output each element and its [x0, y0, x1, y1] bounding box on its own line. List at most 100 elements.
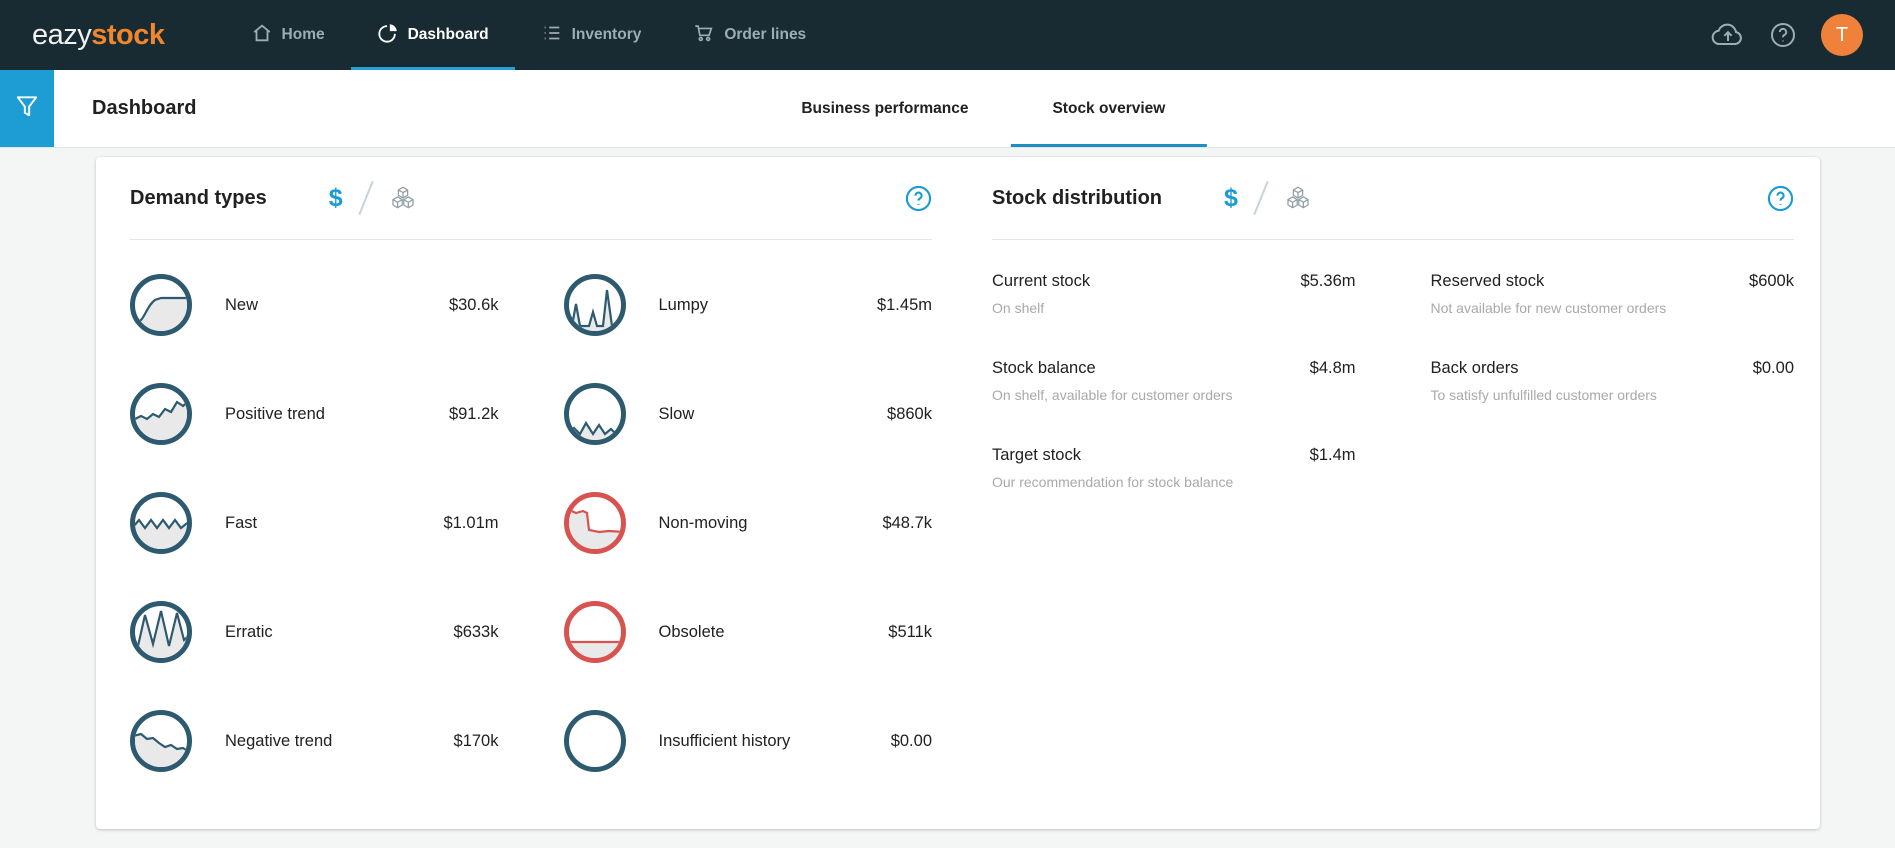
- topnav-right: T: [1711, 0, 1895, 70]
- demand-label: Erratic: [225, 622, 273, 641]
- tabs: Business performance Stock overview: [759, 70, 1208, 147]
- stat-stock-balance: Stock balance $4.8m On shelf, available …: [992, 359, 1356, 403]
- demand-value: $30.6k: [448, 295, 499, 314]
- funnel-icon: [14, 93, 40, 124]
- demand-row-new: New $30.6k: [130, 274, 499, 336]
- nav-item-label: Inventory: [571, 26, 642, 43]
- negative-trend-demand-icon: [130, 710, 192, 772]
- demand-label: New: [225, 295, 259, 314]
- demand-row-obsolete: Obsolete $511k: [563, 601, 932, 663]
- demand-label: Obsolete: [658, 622, 725, 641]
- stock-distribution-header: Stock distribution $: [992, 157, 1794, 240]
- demand-row-insufficient-history: Insufficient history $0.00: [563, 710, 932, 772]
- stat-label: Reserved stock: [1430, 272, 1545, 290]
- demand-row-fast: Fast $1.01m: [130, 492, 499, 554]
- demand-label: Fast: [225, 513, 258, 532]
- filter-button[interactable]: [0, 70, 54, 147]
- stock-stats-list: Current stock $5.36m On shelf Reserved s…: [992, 272, 1794, 490]
- tab-business-performance[interactable]: Business performance: [759, 70, 1010, 147]
- stat-description: To satisfy unfulfilled customer orders: [1430, 387, 1657, 403]
- dollar-unit-icon[interactable]: $: [329, 184, 343, 213]
- stat-label: Back orders: [1430, 359, 1519, 377]
- stat-value: $0.00: [1752, 359, 1794, 377]
- demand-row-positive-trend: Positive trend $91.2k: [130, 383, 499, 445]
- help-icon-topnav[interactable]: [1769, 21, 1797, 49]
- obsolete-demand-icon: [563, 601, 626, 663]
- stock-distribution-title: Stock distribution: [992, 186, 1162, 209]
- dollar-unit-icon[interactable]: $: [1224, 184, 1238, 213]
- demand-label: Insufficient history: [658, 731, 791, 750]
- nav-item-order-lines[interactable]: Order lines: [667, 0, 832, 70]
- cloud-upload-icon[interactable]: [1711, 21, 1745, 49]
- page-header: Dashboard Business performance Stock ove…: [0, 70, 1895, 148]
- slow-demand-icon: [563, 383, 626, 445]
- demand-value: $170k: [453, 731, 499, 750]
- quantity-cubes-icon[interactable]: [389, 185, 417, 211]
- stat-description: Not available for new customer orders: [1430, 300, 1667, 316]
- stat-label: Current stock: [992, 272, 1091, 290]
- toggle-slash-divider: [1253, 180, 1269, 216]
- stat-description: On shelf, available for customer orders: [992, 387, 1233, 403]
- demand-label: Slow: [658, 404, 695, 423]
- demand-types-list: New $30.6k Lumpy $1.45m Positive trend $…: [130, 274, 932, 772]
- insufficient-history-demand-icon: [563, 710, 626, 772]
- stat-label: Target stock: [992, 446, 1081, 464]
- demand-types-section: Demand types $ New $30.6k Lumpy $1.45m P…: [130, 157, 932, 829]
- unit-toggle: $: [1224, 180, 1312, 216]
- stat-value: $600k: [1749, 272, 1794, 290]
- erratic-demand-icon: [130, 601, 192, 663]
- demand-value: $91.2k: [448, 404, 499, 423]
- avatar[interactable]: T: [1821, 14, 1863, 56]
- quantity-cubes-icon[interactable]: [1284, 185, 1312, 211]
- demand-row-negative-trend: Negative trend $170k: [130, 710, 499, 772]
- pie-chart-icon: [377, 22, 399, 49]
- demand-value: $1.01m: [443, 513, 499, 532]
- stat-current-stock: Current stock $5.36m On shelf: [992, 272, 1356, 316]
- demand-row-non-moving: Non-moving $48.7k: [563, 492, 932, 554]
- demand-value: $633k: [453, 622, 499, 641]
- stat-value: $4.8m: [1309, 359, 1356, 377]
- brand-logo[interactable]: eazy stock: [32, 0, 165, 70]
- brand-logo-bold: stock: [91, 18, 165, 51]
- demand-label: Positive trend: [225, 404, 325, 423]
- stat-value: $1.4m: [1309, 446, 1356, 464]
- stat-description: Our recommendation for stock balance: [992, 474, 1234, 490]
- list-icon: [541, 22, 563, 49]
- dashboard-card: Demand types $ New $30.6k Lumpy $1.45m P…: [96, 157, 1820, 829]
- help-icon-demand-types[interactable]: [905, 185, 932, 212]
- demand-row-lumpy: Lumpy $1.45m: [563, 274, 932, 336]
- stat-value: $5.36m: [1300, 272, 1356, 290]
- new-demand-icon: [130, 274, 192, 336]
- nav-item-label: Home: [281, 26, 325, 43]
- demand-value: $511k: [888, 622, 932, 641]
- unit-toggle: $: [329, 180, 417, 216]
- non-moving-demand-icon: [563, 492, 626, 554]
- demand-label: Negative trend: [225, 731, 333, 750]
- nav-item-home[interactable]: Home: [225, 0, 351, 70]
- demand-label: Non-moving: [658, 513, 748, 532]
- fast-demand-icon: [130, 492, 192, 554]
- lumpy-demand-icon: [563, 274, 626, 336]
- nav-item-label: Order lines: [724, 26, 807, 43]
- demand-row-erratic: Erratic $633k: [130, 601, 499, 663]
- demand-value: $0.00: [890, 731, 932, 750]
- stat-description: On shelf: [992, 300, 1045, 316]
- tab-stock-overview[interactable]: Stock overview: [1010, 70, 1208, 147]
- nav-item-dashboard[interactable]: Dashboard: [350, 0, 515, 70]
- toggle-slash-divider: [357, 180, 374, 216]
- cart-icon: [693, 22, 715, 49]
- page-title: Dashboard: [92, 97, 197, 119]
- nav-item-inventory[interactable]: Inventory: [515, 0, 668, 70]
- demand-types-title: Demand types: [130, 186, 267, 209]
- stat-reserved-stock: Reserved stock $600k Not available for n…: [1431, 272, 1795, 316]
- stat-back-orders: Back orders $0.00 To satisfy unfulfilled…: [1431, 359, 1795, 403]
- help-icon-stock-distribution[interactable]: [1767, 185, 1794, 212]
- demand-value: $48.7k: [882, 513, 932, 532]
- stat-target-stock: Target stock $1.4m Our recommendation fo…: [992, 446, 1356, 490]
- top-navigation: eazy stock Home Dashboard Inventory Order…: [0, 0, 1895, 70]
- demand-row-slow: Slow $860k: [563, 383, 932, 445]
- stock-distribution-section: Stock distribution $ Current stock $5.36…: [992, 157, 1794, 829]
- home-icon: [251, 22, 273, 49]
- stat-label: Stock balance: [992, 359, 1096, 377]
- positive-trend-demand-icon: [130, 383, 192, 445]
